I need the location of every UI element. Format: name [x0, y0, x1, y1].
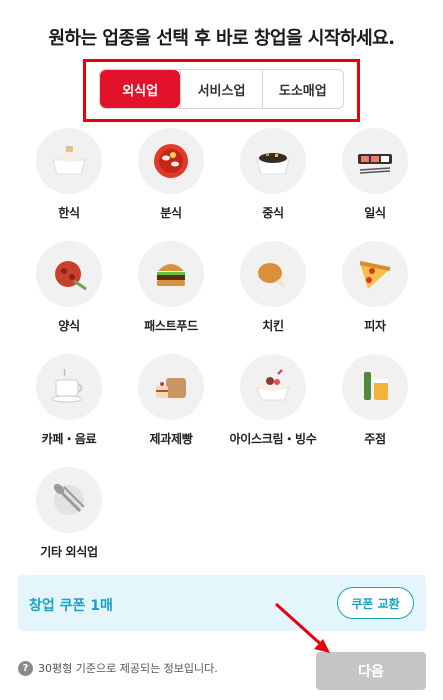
category-pub[interactable]: 주점 [324, 354, 426, 447]
category-japanese[interactable]: 일식 [324, 128, 426, 221]
category-other[interactable]: 기타 외식업 [18, 467, 120, 560]
category-label: 제과제빵 [149, 432, 193, 446]
coffee-cup-icon [36, 354, 102, 420]
page-title: 원하는 업종을 선택 후 바로 창업을 시작하세요. [48, 28, 395, 49]
bingsu-icon [240, 354, 306, 420]
sushi-icon [342, 128, 408, 194]
category-chicken[interactable]: 치킨 [222, 241, 324, 334]
info-note: ? 30평형 기준으로 제공되는 정보입니다. [18, 660, 218, 676]
category-label: 아이스크림・빙수 [229, 432, 317, 446]
red-arrow-icon [274, 602, 330, 653]
beer-icon [342, 354, 408, 420]
noodle-bowl-icon [240, 128, 306, 194]
category-label: 패스트푸드 [144, 319, 198, 333]
coupon-exchange-button[interactable]: 쿠폰 교환 [337, 587, 414, 619]
category-label: 카페・음료 [41, 432, 97, 446]
rice-bowl-icon [36, 128, 102, 194]
category-label: 주점 [364, 432, 386, 446]
category-bakery[interactable]: 제과제빵 [120, 354, 222, 447]
pizza-icon [342, 241, 408, 307]
category-label: 일식 [364, 206, 386, 220]
utensils-icon [36, 467, 102, 533]
category-western[interactable]: 양식 [18, 241, 120, 334]
pasta-icon [36, 241, 102, 307]
info-text: 30평형 기준으로 제공되는 정보입니다. [38, 662, 218, 675]
category-label: 양식 [58, 319, 80, 333]
chicken-icon [240, 241, 306, 307]
category-snack[interactable]: 분식 [120, 128, 222, 221]
category-korean[interactable]: 한식 [18, 128, 120, 221]
category-fastfood[interactable]: 패스트푸드 [120, 241, 222, 334]
category-label: 기타 외식업 [40, 545, 98, 559]
coupon-count-text: 창업 쿠폰 1매 [29, 598, 113, 614]
burger-icon [138, 241, 204, 307]
tab-restaurant[interactable]: 외식업 [100, 70, 181, 108]
category-label: 피자 [364, 319, 386, 333]
category-label: 중식 [262, 206, 284, 220]
category-label: 한식 [58, 206, 80, 220]
tab-service[interactable]: 서비스업 [180, 70, 261, 108]
bread-icon [138, 354, 204, 420]
category-cafe[interactable]: 카페・음료 [18, 354, 120, 447]
category-icecream[interactable]: 아이스크림・빙수 [222, 354, 324, 447]
category-label: 치킨 [262, 319, 284, 333]
category-label: 분식 [160, 206, 182, 220]
question-icon[interactable]: ? [18, 660, 33, 676]
tab-retail[interactable]: 도소매업 [261, 70, 343, 108]
tteokbokki-icon [138, 128, 204, 194]
category-pizza[interactable]: 피자 [324, 241, 426, 334]
category-tabs: 외식업 서비스업 도소매업 [99, 69, 344, 109]
coupon-banner: 창업 쿠폰 1매 쿠폰 교환 [18, 575, 426, 631]
category-chinese[interactable]: 중식 [222, 128, 324, 221]
